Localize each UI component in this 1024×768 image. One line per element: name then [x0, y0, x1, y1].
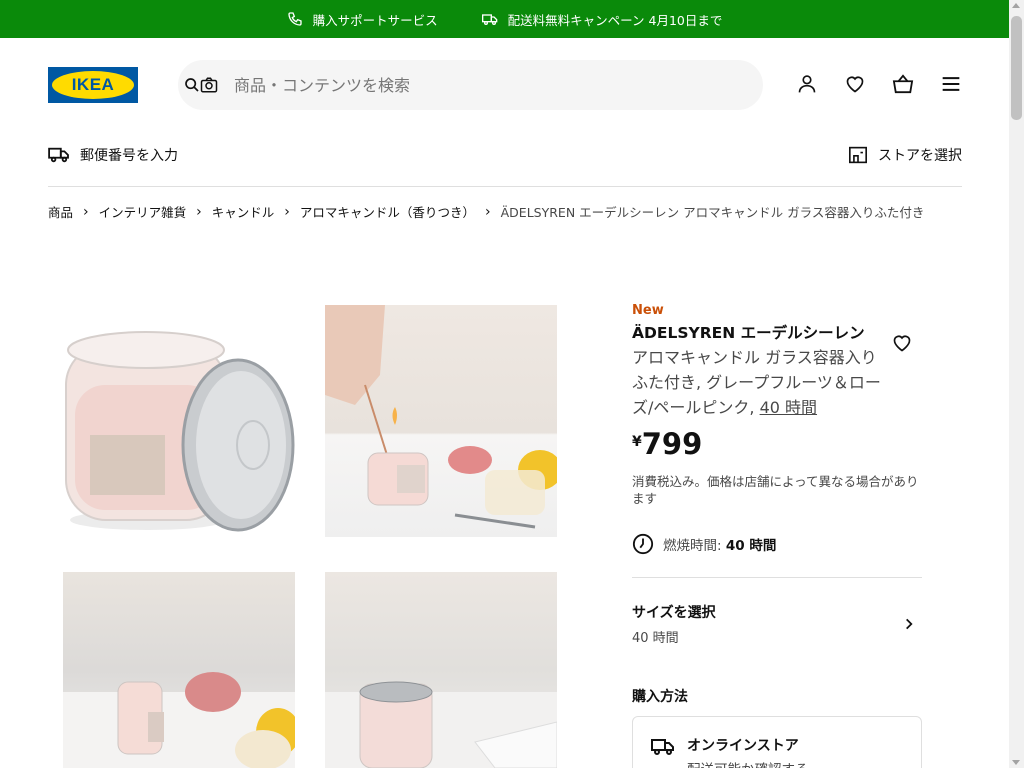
truck-icon — [481, 14, 497, 25]
breadcrumb-item-scented[interactable]: アロマキャンドル（香りつき） — [300, 202, 475, 221]
campaign-link[interactable]: 配送料無料キャンペーン 4月10日まで — [481, 10, 723, 29]
scroll-down-arrow[interactable] — [1012, 760, 1020, 765]
header-actions — [795, 72, 963, 96]
online-store-title: オンラインストア — [687, 738, 799, 754]
product-image-1[interactable] — [63, 305, 295, 537]
product-description-text: アロマキャンドル ガラス容器入り ふた付き, グレープフルーツ＆ローズ/ペールピ… — [632, 348, 881, 417]
truck-icon — [651, 739, 674, 755]
size-select-value: 40 時間 — [632, 631, 679, 646]
candle-table-scene — [63, 672, 295, 768]
online-store-option[interactable]: オンラインストア 配送可能か確認する — [632, 716, 922, 768]
breadcrumb-item-products[interactable]: 商品 — [48, 202, 73, 221]
search-bar[interactable] — [178, 60, 763, 110]
scroll-up-arrow[interactable] — [1012, 3, 1020, 8]
tax-note: 消費税込み。価格は店舗によって異なる場合があります — [632, 474, 919, 506]
store-select-label: ストアを選択 — [878, 148, 962, 164]
burn-time-label: 燃焼時間: — [663, 538, 726, 554]
postal-code-button[interactable]: 郵便番号を入力 — [48, 145, 178, 165]
size-select-title: サイズを選択 — [632, 605, 716, 621]
heart-icon — [893, 335, 911, 352]
product-info-panel: New ÄDELSYREN エーデルシーレン アロマキャンドル ガラス容器入り … — [632, 303, 922, 768]
logo-text: IKEA — [52, 71, 134, 99]
scroll-thumb[interactable] — [1011, 16, 1022, 120]
store-icon — [849, 146, 867, 164]
burn-time-value: 40 時間 — [725, 538, 777, 554]
product-image-4[interactable] — [325, 572, 557, 768]
price-amount: 799 — [641, 427, 703, 461]
check-delivery-link[interactable]: 配送可能か確認する — [687, 758, 809, 768]
chevron-right-icon: › — [485, 203, 491, 220]
phone-icon — [287, 12, 302, 26]
add-to-favorites-button[interactable] — [890, 331, 914, 355]
product-name: ÄDELSYREN エーデルシーレン — [632, 324, 865, 342]
breadcrumb: 商品 › インテリア雑貨 › キャンドル › アロマキャンドル（香りつき） › … — [48, 202, 924, 221]
product-description: アロマキャンドル ガラス容器入り ふた付き, グレープフルーツ＆ローズ/ペールピ… — [632, 345, 887, 420]
search-icon[interactable] — [184, 77, 200, 93]
product-image-3[interactable] — [63, 572, 295, 768]
camera-icon[interactable] — [200, 76, 218, 94]
cart-button[interactable] — [891, 72, 915, 96]
support-service-label: 購入サポートサービス — [312, 12, 438, 28]
heart-icon — [846, 76, 864, 93]
user-icon — [798, 75, 816, 93]
clock-icon — [632, 533, 654, 555]
promo-bar: 購入サポートサービス 配送料無料キャンペーン 4月10日まで — [0, 0, 1009, 38]
favorites-button[interactable] — [843, 72, 867, 96]
candle-jar-illustration — [65, 331, 295, 532]
campaign-label: 配送料無料キャンペーン 4月10日まで — [507, 12, 723, 28]
menu-button[interactable] — [939, 72, 963, 96]
lit-candle-scene — [325, 305, 557, 529]
support-service-link[interactable]: 購入サポートサービス — [287, 10, 438, 29]
new-badge: New — [632, 303, 664, 318]
hamburger-icon — [942, 77, 960, 91]
chevron-right-icon: › — [284, 203, 290, 220]
chevron-right-icon: › — [196, 203, 202, 220]
size-link[interactable]: 40 時間 — [760, 398, 817, 417]
burn-time: 燃焼時間: 40 時間 — [632, 533, 922, 555]
page-scrollbar[interactable] — [1009, 0, 1024, 768]
location-row: 郵便番号を入力 ストアを選択 — [48, 145, 962, 187]
breadcrumb-item-candles[interactable]: キャンドル — [212, 202, 275, 221]
account-button[interactable] — [795, 72, 819, 96]
chevron-right-icon — [906, 618, 913, 630]
candle-lid-scene — [325, 681, 557, 768]
breadcrumb-item-interior[interactable]: インテリア雑貨 — [99, 202, 187, 221]
product-price: ¥ 799 — [632, 430, 922, 459]
breadcrumb-current: ÄDELSYREN エーデルシーレン アロマキャンドル ガラス容器入りふた付き — [500, 205, 925, 220]
purchase-method-title: 購入方法 — [632, 689, 688, 705]
store-select-button[interactable]: ストアを選択 — [848, 145, 962, 165]
ikea-logo[interactable]: IKEA — [48, 67, 138, 103]
product-image-2[interactable] — [325, 305, 557, 537]
chevron-right-icon: › — [83, 203, 89, 220]
search-input[interactable] — [234, 75, 714, 95]
price-currency: ¥ — [632, 434, 642, 450]
postal-code-label: 郵便番号を入力 — [80, 148, 178, 164]
basket-icon — [892, 74, 914, 94]
size-select-button[interactable]: サイズを選択 40 時間 — [632, 578, 922, 646]
truck-icon — [48, 147, 69, 163]
